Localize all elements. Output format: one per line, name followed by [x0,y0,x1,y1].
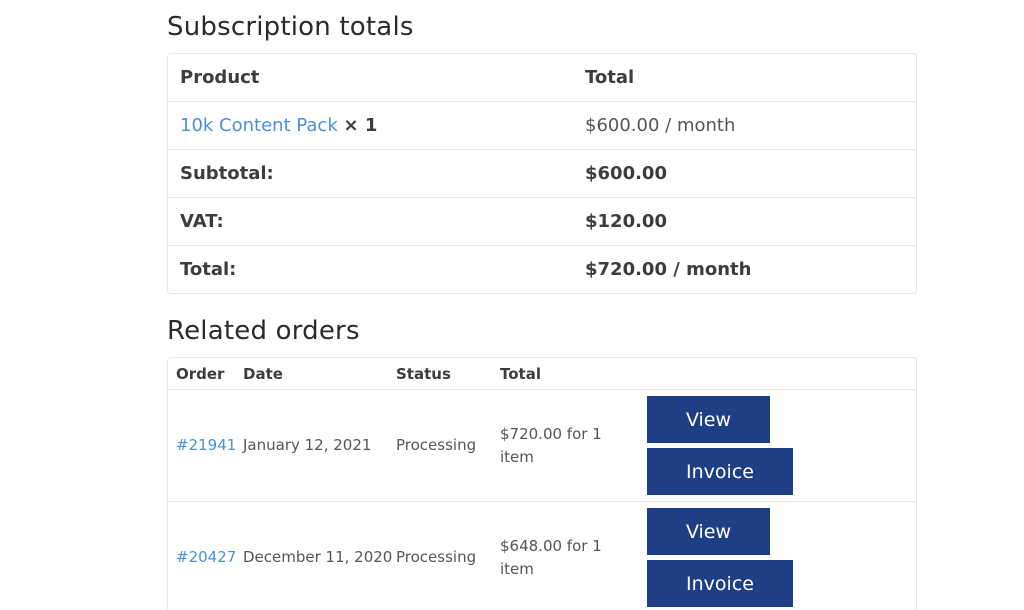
line-item-row: 10k Content Pack × 1 $600.00 / month [168,101,916,149]
subscription-totals-table: Product Total 10k Content Pack × 1 $600.… [167,53,917,294]
order-total: $720.00 for 1 item [500,424,602,466]
header-order: Order [176,364,225,383]
header-product: Product [180,67,260,88]
order-status: Processing [396,548,477,566]
view-button[interactable]: View [647,508,770,555]
order-actions: View Invoice [647,396,916,495]
invoice-button[interactable]: Invoice [647,448,793,495]
totals-header-row: Product Total [168,54,916,101]
line-item-product: 10k Content Pack × 1 [168,115,573,136]
subscription-totals-title: Subscription totals [167,12,414,42]
order-date: January 12, 2021 [243,436,372,454]
total-row: Total: $720.00 / month [168,245,916,293]
table-row: #21941 January 12, 2021 Processing $720.… [168,390,916,502]
order-status: Processing [396,436,477,454]
related-orders-title: Related orders [167,316,360,346]
orders-header-row: Order Date Status Total [168,358,916,390]
product-quantity: × 1 [343,115,378,136]
invoice-button[interactable]: Invoice [647,560,793,607]
vat-label: VAT: [180,211,224,232]
subtotal-label: Subtotal: [180,163,274,184]
header-date: Date [243,364,283,383]
order-number-link[interactable]: #21941 [176,436,236,454]
product-link[interactable]: 10k Content Pack [180,115,338,136]
order-actions: View Invoice [647,508,916,607]
vat-value: $120.00 [585,211,667,232]
header-status: Status [396,364,451,383]
subtotal-row: Subtotal: $600.00 [168,149,916,197]
order-date: December 11, 2020 [243,548,393,566]
total-label: Total: [180,259,237,280]
order-total: $648.00 for 1 item [500,536,602,578]
header-total: Total [500,364,541,383]
line-item-total: $600.00 / month [585,115,736,136]
table-row: #20427 December 11, 2020 Processing $648… [168,502,916,610]
related-orders-table: Order Date Status Total #21941 January 1… [167,357,917,610]
header-total: Total [585,67,635,88]
vat-row: VAT: $120.00 [168,197,916,245]
view-button[interactable]: View [647,396,770,443]
order-number-link[interactable]: #20427 [176,548,236,566]
subtotal-value: $600.00 [585,163,667,184]
total-value: $720.00 / month [585,259,752,280]
